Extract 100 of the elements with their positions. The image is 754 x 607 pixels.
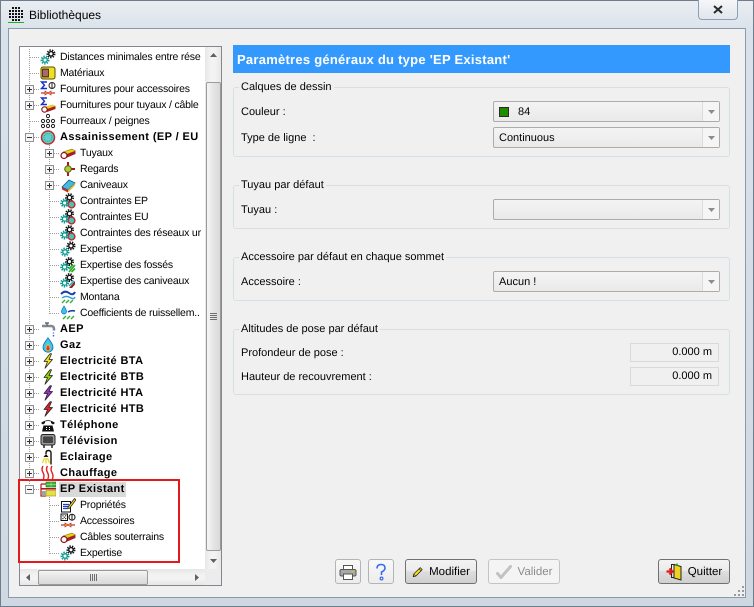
tree-item[interactable]: Contraintes EP xyxy=(79,194,149,208)
quit-button[interactable]: Quitter xyxy=(658,559,730,584)
vertical-scrollbar[interactable] xyxy=(205,47,221,569)
scrollbar-thumb[interactable] xyxy=(206,82,220,551)
tree-item[interactable]: Expertise des caniveaux xyxy=(79,274,190,288)
caret-down-icon xyxy=(708,136,714,140)
tree-item[interactable]: EP Existant xyxy=(59,482,126,496)
dropdown[interactable]: Continuous xyxy=(493,127,720,148)
dropdown[interactable]: 84 xyxy=(493,101,720,122)
field-label: Accessoire : xyxy=(241,276,302,288)
left-arrow-icon[interactable] xyxy=(26,574,30,580)
tree-item[interactable]: Chauffage xyxy=(59,466,118,480)
sigma-fitting-icon xyxy=(40,81,56,97)
sigma-pipe-icon xyxy=(40,97,56,113)
plus-icon[interactable] xyxy=(25,325,34,334)
resize-grip-icon[interactable] xyxy=(734,586,744,596)
close-button[interactable] xyxy=(698,0,738,20)
plus-icon[interactable] xyxy=(25,405,34,414)
plus-icon[interactable] xyxy=(45,165,54,174)
checkmark-icon xyxy=(496,564,512,578)
tree-item[interactable]: Fournitures pour tuyaux / câble xyxy=(59,98,200,112)
tree-item[interactable]: AEP xyxy=(59,322,85,336)
field-label: Hauteur de recouvrement : xyxy=(241,370,373,382)
gears-icon xyxy=(60,545,76,561)
tree-item[interactable]: Caniveaux xyxy=(79,178,129,192)
plus-icon[interactable] xyxy=(25,453,34,462)
form-pencil-icon xyxy=(60,497,76,513)
tree-item[interactable]: Contraintes des réseaux ur xyxy=(79,226,202,240)
plus-icon[interactable] xyxy=(25,421,34,430)
drop-waves-icon xyxy=(60,305,76,321)
group-title: Accessoire par défaut en chaque sommet xyxy=(240,251,446,264)
tree-item[interactable]: Fourreaux / peignes xyxy=(59,114,151,128)
tree-item[interactable]: Distances minimales entre rése xyxy=(59,50,202,64)
group-title: Calques de dessin xyxy=(240,81,333,94)
plus-icon[interactable] xyxy=(25,341,34,350)
scrollbar-thumb[interactable] xyxy=(38,570,148,584)
up-arrow-icon[interactable] xyxy=(210,53,216,57)
gears-ring-icon xyxy=(60,209,76,225)
scrollbar-corner xyxy=(205,569,221,585)
plus-icon[interactable] xyxy=(25,469,34,478)
caret-down-icon xyxy=(708,280,714,284)
grid-icon xyxy=(8,6,24,22)
tree-item[interactable]: Fournitures pour accessoires xyxy=(59,82,191,96)
plus-icon[interactable] xyxy=(25,389,34,398)
tree-item[interactable]: Eclairage xyxy=(59,450,114,464)
tree-item[interactable]: Matériaux xyxy=(59,66,106,80)
plus-icon[interactable] xyxy=(25,373,34,382)
tree-item[interactable]: Téléphone xyxy=(59,418,120,432)
gears-icon xyxy=(60,241,76,257)
tree-item[interactable]: Expertise des fossés xyxy=(79,258,174,272)
tree-item[interactable]: Coefficients de ruissellem.. xyxy=(79,306,201,320)
door-arrow-icon xyxy=(666,562,682,580)
dropdown[interactable]: Aucun ! xyxy=(493,271,720,292)
tree-item[interactable]: Propriétés xyxy=(79,498,127,512)
group-title: Altitudes de pose par défaut xyxy=(240,323,379,336)
field-label: Tuyau : xyxy=(241,204,278,216)
section-header: Paramètres généraux du type 'EP Existant' xyxy=(233,45,730,73)
tree-item[interactable]: Regards xyxy=(79,162,120,176)
plus-icon[interactable] xyxy=(25,101,34,110)
window-title: Bibliothèques xyxy=(29,8,102,22)
plus-icon[interactable] xyxy=(45,149,54,158)
tree-item[interactable]: Electricité BTB xyxy=(59,370,146,384)
help-button[interactable] xyxy=(368,559,394,584)
plus-icon[interactable] xyxy=(25,85,34,94)
print-button[interactable] xyxy=(335,559,361,584)
horizontal-scrollbar[interactable] xyxy=(20,569,205,585)
plus-icon[interactable] xyxy=(25,437,34,446)
text-field[interactable]: 0.000 m xyxy=(630,343,719,362)
right-arrow-icon[interactable] xyxy=(195,574,199,580)
tree-item[interactable]: Contraintes EU xyxy=(79,210,150,224)
down-arrow-icon[interactable] xyxy=(210,559,216,563)
tree-item[interactable]: Expertise xyxy=(79,546,123,560)
tree-item[interactable]: Gaz xyxy=(59,338,82,352)
tree-item[interactable]: Tuyaux xyxy=(79,146,114,160)
tree-item[interactable]: Expertise xyxy=(79,242,123,256)
faucet-icon xyxy=(40,321,56,337)
field-label: Couleur : xyxy=(241,106,287,118)
tree-item[interactable]: Montana xyxy=(79,290,120,304)
minus-icon[interactable] xyxy=(25,485,34,494)
plus-icon[interactable] xyxy=(45,181,54,190)
tree-item[interactable]: Télévision xyxy=(59,434,119,448)
tree-item[interactable]: Electricité BTA xyxy=(59,354,144,368)
ring-icon xyxy=(40,129,56,145)
plus-icon[interactable] xyxy=(25,357,34,366)
gears-stripes-icon xyxy=(60,257,76,273)
tree-item[interactable]: Electricité HTB xyxy=(59,402,146,416)
waves-icon xyxy=(60,289,76,305)
gears-ring-icon xyxy=(60,193,76,209)
edit-button[interactable]: Modifier xyxy=(405,559,477,584)
caret-down-icon xyxy=(708,208,714,212)
minus-icon[interactable] xyxy=(25,133,34,142)
field-label: Profondeur de pose : xyxy=(241,346,345,358)
tree-item[interactable]: Câbles souterrains xyxy=(79,530,165,544)
field-label: Type de ligne : xyxy=(241,132,317,144)
tree-item[interactable]: Assainissement (EP / EU xyxy=(59,130,200,144)
help-icon xyxy=(375,562,387,580)
tree-item[interactable]: Electricité HTA xyxy=(59,386,144,400)
text-field[interactable]: 0.000 m xyxy=(630,367,719,386)
tree-item[interactable]: Accessoires xyxy=(79,514,136,528)
group-title: Tuyau par défaut xyxy=(240,179,325,192)
